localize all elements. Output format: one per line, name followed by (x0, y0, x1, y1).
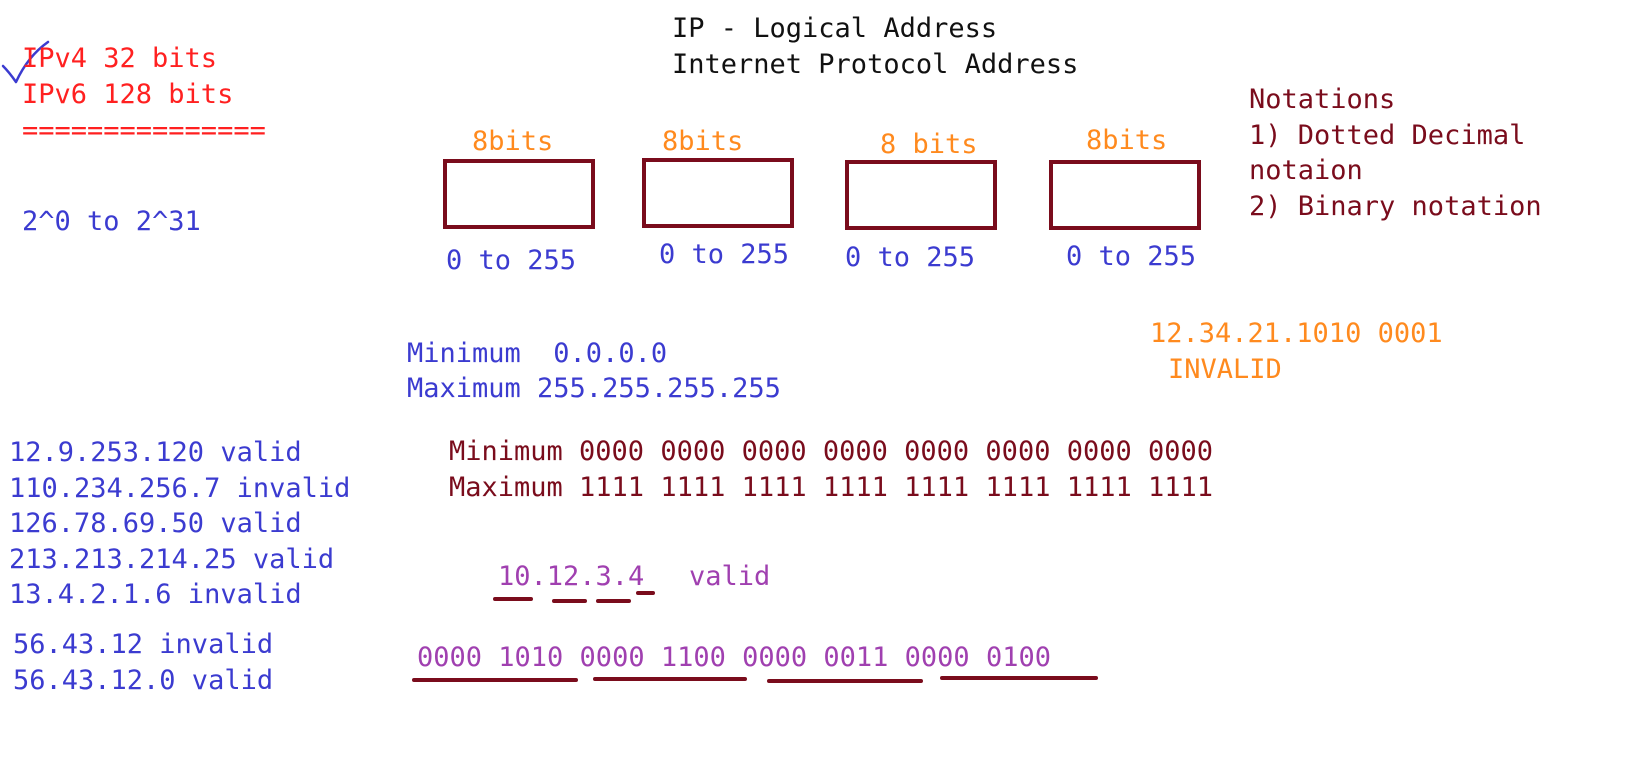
invalid-example-value: 12.34.21.1010 0001 (1150, 318, 1443, 349)
title-line-1: IP - Logical Address (672, 13, 998, 44)
binary-min: Minimum 0000 0000 0000 0000 0000 0000 00… (449, 436, 1214, 467)
example-item: 12.9.253.120 valid (9, 437, 302, 468)
octet-3-range: 0 to 255 (845, 242, 976, 273)
address-underline (552, 599, 587, 603)
ipv4-label: IPv4 32 bits (22, 43, 218, 74)
conversion-address: 10.12.3.4 (498, 561, 645, 592)
decimal-min: Minimum 0.0.0.0 (407, 338, 668, 369)
separator: =============== (22, 115, 266, 146)
conversion-binary: 0000 1010 0000 1100 0000 0011 0000 0100 (417, 642, 1051, 673)
octet-1-bits: 8bits (472, 126, 554, 157)
decimal-max: Maximum 255.255.255.255 (407, 373, 781, 404)
binary-underline (412, 678, 578, 682)
example-item: 110.234.256.7 invalid (9, 473, 351, 504)
notation-item-1: 1) Dotted Decimal (1249, 120, 1526, 151)
notation-item-1-cont: notaion (1249, 155, 1363, 186)
example-item: 56.43.12.0 valid (13, 665, 274, 696)
octet-4-bits: 8bits (1086, 125, 1168, 156)
octet-2-range: 0 to 255 (659, 239, 790, 270)
example-item: 13.4.2.1.6 invalid (9, 579, 302, 610)
power-range: 2^0 to 2^31 (22, 206, 201, 237)
ipv6-label: IPv6 128 bits (22, 79, 234, 110)
octet-4-box (1049, 160, 1201, 230)
octet-2-bits: 8bits (662, 126, 744, 157)
octet-3-bits: 8 bits (880, 129, 978, 160)
binary-underline (767, 679, 923, 683)
binary-underline (593, 677, 747, 681)
octet-1-range: 0 to 255 (446, 245, 577, 276)
conversion-status: valid (689, 561, 771, 592)
invalid-example-label: INVALID (1168, 354, 1282, 385)
example-item: 213.213.214.25 valid (9, 544, 335, 575)
binary-underline (940, 676, 1098, 680)
notations-heading: Notations (1249, 84, 1396, 115)
octet-2-box (642, 158, 794, 228)
example-item: 126.78.69.50 valid (9, 508, 302, 539)
octet-4-range: 0 to 255 (1066, 241, 1197, 272)
octet-3-box (845, 160, 997, 230)
address-underline (596, 599, 631, 603)
address-underline (636, 591, 655, 595)
address-underline (493, 597, 533, 601)
binary-max: Maximum 1111 1111 1111 1111 1111 1111 11… (449, 472, 1214, 503)
notation-item-2: 2) Binary notation (1249, 191, 1542, 222)
octet-1-box (443, 159, 595, 229)
title-line-2: Internet Protocol Address (672, 49, 1079, 80)
example-item: 56.43.12 invalid (13, 629, 274, 660)
